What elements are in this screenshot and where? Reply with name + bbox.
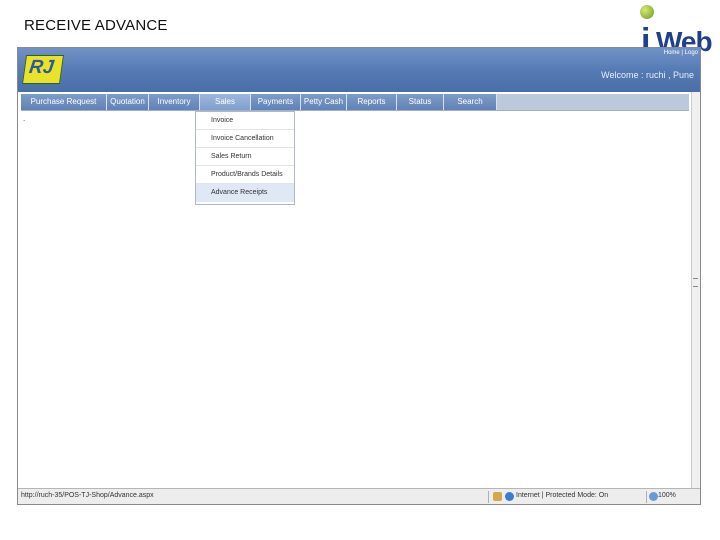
- status-separator: [488, 491, 489, 503]
- globe-icon: [505, 492, 514, 501]
- nav-payments[interactable]: Payments: [251, 94, 301, 110]
- status-zone: Internet | Protected Mode: On: [516, 492, 609, 499]
- main-nav: Purchase Request Quotation Inventory Sal…: [21, 94, 689, 111]
- nav-petty-cash[interactable]: Petty Cash: [301, 94, 347, 110]
- content-marker: .: [23, 114, 26, 123]
- nav-inventory[interactable]: Inventory: [149, 94, 200, 110]
- zoom-icon: [649, 492, 658, 501]
- browser-window: RJ Home | Logo Welcome : ruchi , Pune Pu…: [17, 47, 701, 505]
- status-separator: [646, 491, 647, 503]
- top-links[interactable]: Home | Logo: [664, 50, 698, 56]
- menu-item-invoice[interactable]: Invoice: [196, 112, 294, 130]
- balloon-icon: [640, 5, 654, 19]
- vertical-scrollbar[interactable]: [691, 92, 700, 488]
- status-bar: http://ruch-35/POS-TJ-Shop/Advance.aspx …: [18, 488, 700, 504]
- nav-search[interactable]: Search: [444, 94, 497, 110]
- rj-logo-text: RJ: [27, 57, 56, 78]
- app-header: RJ Home | Logo Welcome : ruchi , Pune: [18, 48, 700, 92]
- menu-item-product-brands-details[interactable]: Product/Brands Details: [196, 166, 294, 184]
- status-url: http://ruch-35/POS-TJ-Shop/Advance.aspx: [21, 492, 154, 499]
- nav-quotation[interactable]: Quotation: [107, 94, 149, 110]
- security-icon: [493, 492, 502, 501]
- zoom-level[interactable]: 100%: [658, 492, 676, 499]
- menu-item-sales-return[interactable]: Sales Return: [196, 148, 294, 166]
- rj-logo[interactable]: RJ: [21, 55, 65, 84]
- menu-item-invoice-cancellation[interactable]: Invoice Cancellation: [196, 130, 294, 148]
- slide-title: RECEIVE ADVANCE: [24, 17, 168, 34]
- welcome-text: Welcome : ruchi , Pune: [601, 70, 694, 80]
- nav-status[interactable]: Status: [397, 94, 444, 110]
- nav-sales[interactable]: Sales: [200, 94, 251, 110]
- nav-purchase-request[interactable]: Purchase Request: [21, 94, 107, 110]
- nav-reports[interactable]: Reports: [347, 94, 397, 110]
- sales-dropdown: Invoice Invoice Cancellation Sales Retur…: [195, 111, 295, 205]
- menu-item-advance-receipts[interactable]: Advance Receipts: [196, 184, 294, 202]
- scrollbar-grip[interactable]: [693, 278, 698, 287]
